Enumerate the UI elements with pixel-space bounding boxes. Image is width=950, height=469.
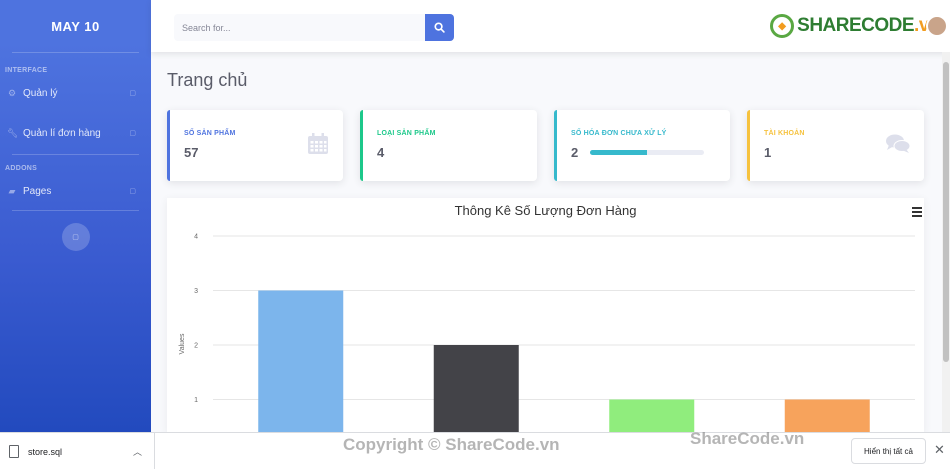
card-value: 2 — [571, 145, 579, 160]
sidebar-item-label: Pages — [23, 185, 52, 197]
sidebar-heading-interface: INTERFACE — [5, 67, 48, 74]
y-tick-label: 3 — [194, 288, 198, 295]
orders-chart-card: Thông Kê Số Lượng Đơn Hàng 1234 Values — [167, 198, 924, 432]
chevron-icon: ▢ — [129, 188, 136, 195]
y-tick-label: 4 — [194, 234, 198, 241]
card-accent — [167, 110, 170, 181]
search-bar — [174, 14, 454, 41]
sidebar-toggle-button[interactable]: ▢ — [61, 223, 90, 251]
y-tick-label: 2 — [194, 343, 198, 350]
chart-bar[interactable] — [784, 399, 870, 433]
folder-icon: ▰ — [8, 185, 16, 196]
sharecode-logo-icon: ◆ — [770, 14, 795, 38]
topbar: ◆ SHARECODE.vn — [151, 0, 950, 52]
sidebar-brand[interactable]: MAY 10 — [0, 0, 151, 52]
chart-bar[interactable] — [609, 399, 695, 433]
y-tick-label: 1 — [194, 397, 198, 404]
watermark-sharecode: ShareCode.vn — [690, 429, 805, 448]
search-button[interactable] — [425, 14, 454, 41]
card-accent — [747, 110, 750, 181]
calendar-icon — [308, 133, 328, 154]
page-title: Trang chủ — [167, 70, 248, 90]
stat-card-products: SỐ SẢN PHẨM 57 — [167, 110, 343, 181]
stat-card-categories: LOẠI SẢN PHẨM 4 — [360, 110, 537, 181]
sharecode-logo-text: SHARECODE.vn — [797, 15, 940, 36]
stat-card-pending-invoices: SỐ HÓA ĐƠN CHƯA XỬ LÝ 2 — [554, 110, 730, 181]
chart-bar[interactable] — [433, 345, 519, 432]
chevron-icon: ▢ — [129, 90, 136, 97]
sidebar-item-label: Quản lý — [23, 87, 58, 99]
sidebar-item-quan-ly[interactable]: ⚙ Quản lý ▢ — [0, 80, 151, 106]
sidebar-divider — [12, 210, 139, 211]
card-accent — [554, 110, 557, 181]
show-all-button[interactable]: Hiển thị tất cả — [851, 438, 926, 464]
file-icon — [9, 445, 19, 458]
scrollbar-thumb[interactable] — [943, 62, 949, 362]
sharecode-logo: ◆ SHARECODE.vn — [770, 10, 948, 42]
card-value: 4 — [377, 145, 385, 160]
card-label: SỐ SẢN PHẨM — [184, 130, 236, 137]
card-label: SỐ HÓA ĐƠN CHƯA XỬ LÝ — [571, 130, 667, 137]
sidebar-item-quan-li-don-hang[interactable]: 🔧︎ Quản lí đơn hàng ▢ — [0, 120, 151, 146]
sidebar: MAY 10 INTERFACE ⚙ Quản lý ▢ 🔧︎ Quản lí … — [0, 0, 151, 432]
close-icon[interactable]: ✕ — [934, 442, 945, 458]
card-value: 57 — [184, 145, 199, 160]
comments-icon — [886, 134, 910, 153]
progress-bar — [590, 150, 704, 155]
sidebar-heading-addons: ADDONS — [5, 165, 38, 172]
gear-icon: ⚙ — [7, 87, 17, 98]
search-icon — [434, 22, 445, 33]
card-accent — [360, 110, 363, 181]
avatar[interactable] — [926, 15, 948, 37]
orders-bar-chart: 1 2 3 4 Values — [179, 234, 915, 433]
sidebar-item-pages[interactable]: ▰ Pages ▢ — [0, 178, 151, 204]
watermark-copyright: Copyright © ShareCode.vn — [343, 435, 560, 454]
card-label: TÀI KHOẢN — [764, 130, 805, 137]
sidebar-item-label: Quản lí đơn hàng — [23, 127, 101, 139]
chevron-up-icon[interactable]: ︿ — [133, 445, 142, 458]
download-filename: store.sql — [28, 446, 63, 457]
card-label: LOẠI SẢN PHẨM — [377, 130, 436, 137]
wrench-icon: 🔧︎ — [7, 127, 19, 138]
progress-fill — [590, 150, 647, 155]
download-item[interactable]: store.sql ︿ — [0, 433, 155, 469]
page-scrollbar[interactable] — [942, 52, 950, 432]
search-input[interactable] — [174, 14, 425, 41]
chevron-icon: ▢ — [129, 130, 136, 137]
y-axis-label: Values — [179, 333, 186, 354]
card-value: 1 — [764, 145, 772, 160]
stat-card-accounts: TÀI KHOẢN 1 — [747, 110, 924, 181]
chart-bar[interactable] — [258, 290, 344, 433]
